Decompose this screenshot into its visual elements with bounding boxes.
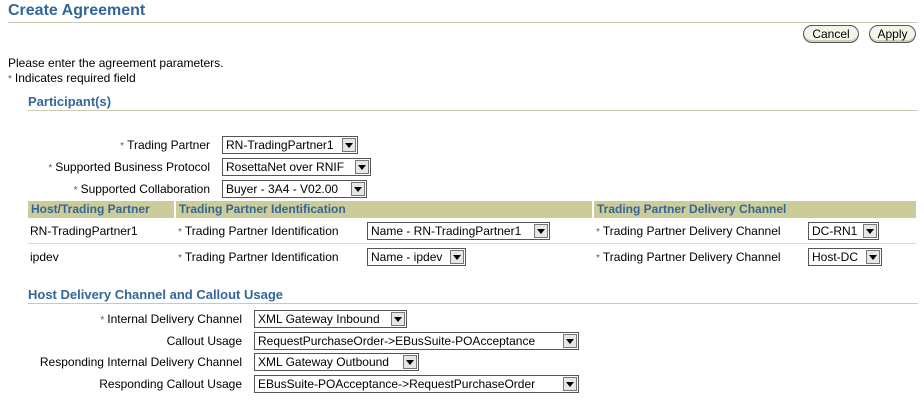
chevron-down-icon xyxy=(450,250,464,264)
col-header-partner-identification: Trading Partner Identification xyxy=(176,201,592,218)
required-marker: * xyxy=(596,253,600,264)
chevron-down-icon xyxy=(355,160,369,174)
chevron-down-icon xyxy=(342,138,356,152)
partner-identification-select[interactable]: Name - RN-TradingPartner1 xyxy=(367,222,550,240)
business-protocol-select[interactable]: RosettaNet over RNIF xyxy=(222,158,371,176)
chevron-down-icon xyxy=(866,250,880,264)
callout-usage-select[interactable]: RequestPurchaseOrder->EBusSuite-POAccept… xyxy=(254,332,579,350)
intro-text: Please enter the agreement parameters. xyxy=(8,56,224,70)
row-partner-name: ipdev xyxy=(30,250,59,264)
row-id-label: * Trading Partner Identification xyxy=(178,224,339,238)
chevron-down-icon xyxy=(563,377,577,391)
host-section-title: Host Delivery Channel and Callout Usage xyxy=(28,287,284,302)
row-id-label: * Trading Partner Identification xyxy=(178,250,339,264)
required-note-text: Indicates required field xyxy=(14,71,136,85)
row-channel-label: * Trading Partner Delivery Channel xyxy=(596,250,781,264)
chevron-down-icon xyxy=(351,182,365,196)
internal-channel-label: * Internal Delivery Channel xyxy=(100,312,242,326)
chevron-down-icon xyxy=(391,312,405,326)
responding-callout-label: Responding Callout Usage xyxy=(99,377,242,391)
collaboration-select[interactable]: Buyer - 3A4 - V02.00 xyxy=(222,180,367,198)
col-header-delivery-channel: Trading Partner Delivery Channel xyxy=(594,201,916,218)
required-marker: * xyxy=(73,185,78,196)
title-divider xyxy=(8,22,918,23)
required-marker: * xyxy=(48,163,53,174)
row-partner-name: RN-TradingPartner1 xyxy=(30,224,138,238)
chevron-down-icon xyxy=(403,355,417,369)
col-header-host-partner: Host/Trading Partner xyxy=(28,201,174,218)
partner-delivery-channel-select[interactable]: Host-DC xyxy=(808,248,882,266)
apply-button[interactable]: Apply xyxy=(869,25,916,43)
cancel-button[interactable]: Cancel xyxy=(803,25,859,43)
business-protocol-label: * Supported Business Protocol xyxy=(48,160,210,174)
chevron-down-icon xyxy=(563,334,577,348)
table-row xyxy=(28,244,916,269)
required-marker: * xyxy=(596,227,600,238)
row-channel-label: * Trading Partner Delivery Channel xyxy=(596,224,781,238)
participants-divider xyxy=(28,110,918,111)
responding-channel-label: Responding Internal Delivery Channel xyxy=(39,355,242,369)
required-note: * Indicates required field xyxy=(8,71,136,85)
required-marker: * xyxy=(178,253,182,264)
host-divider xyxy=(28,303,918,304)
required-marker: * xyxy=(8,74,12,85)
responding-callout-usage-select[interactable]: EBusSuite-POAcceptance->RequestPurchaseO… xyxy=(254,375,579,393)
trading-partner-label: * Trading Partner xyxy=(120,138,210,152)
chevron-down-icon xyxy=(534,224,548,238)
collaboration-label: * Supported Collaboration xyxy=(73,182,210,196)
chevron-down-icon xyxy=(863,224,877,238)
partner-identification-select[interactable]: Name - ipdev xyxy=(367,248,466,266)
page-title: Create Agreement xyxy=(8,2,146,19)
partner-delivery-channel-select[interactable]: DC-RN1 xyxy=(808,222,879,240)
trading-partner-select[interactable]: RN-TradingPartner1 xyxy=(222,136,358,154)
callout-usage-label: Callout Usage xyxy=(166,334,242,348)
required-marker: * xyxy=(178,227,182,238)
required-marker: * xyxy=(120,141,125,152)
participants-section-title: Participant(s) xyxy=(28,94,112,109)
internal-delivery-channel-select[interactable]: XML Gateway Inbound xyxy=(254,310,407,328)
responding-delivery-channel-select[interactable]: XML Gateway Outbound xyxy=(254,353,419,371)
required-marker: * xyxy=(100,315,105,326)
